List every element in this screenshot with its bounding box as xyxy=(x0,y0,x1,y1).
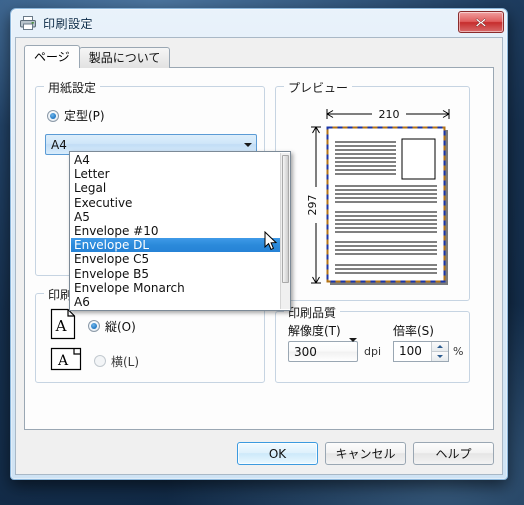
print-quality-group: 印刷品質 解像度(T) 300 dpi 倍率(S) 100 % xyxy=(275,304,470,383)
tab-page[interactable]: ページ xyxy=(24,45,80,68)
tab-strip: ページ 製品について xyxy=(24,45,494,68)
standard-size-radio[interactable] xyxy=(47,109,59,122)
dropdown-item[interactable]: Legal xyxy=(71,181,280,195)
scale-increment-button[interactable] xyxy=(432,342,448,351)
resolution-unit: dpi xyxy=(364,345,382,358)
title-bar[interactable]: 印刷設定 xyxy=(11,9,507,37)
preview-width-label: 210 xyxy=(379,108,400,121)
dropdown-item[interactable]: A5 xyxy=(71,210,280,224)
preview-drawing: 210 297 xyxy=(306,106,450,285)
portrait-row[interactable]: A 縦(O) xyxy=(50,308,136,344)
chevron-down-icon-resolution[interactable] xyxy=(349,338,357,361)
dropdown-item[interactable]: Envelope B5 xyxy=(71,267,280,281)
landscape-page-icon: A xyxy=(50,346,82,376)
dropdown-items: A4 Letter Legal Executive A5 Envelope #1… xyxy=(71,153,280,309)
svg-text:A: A xyxy=(55,317,67,335)
dropdown-scrollbar-thumb[interactable] xyxy=(282,155,289,283)
printer-icon xyxy=(19,14,37,32)
print-quality-legend: 印刷品質 xyxy=(284,304,341,321)
dropdown-item[interactable]: Envelope C5 xyxy=(71,252,280,266)
dropdown-item[interactable]: Envelope Monarch xyxy=(71,281,280,295)
paper-size-dropdown-list[interactable]: A4 Letter Legal Executive A5 Envelope #1… xyxy=(69,151,291,312)
landscape-label: 横(L) xyxy=(111,354,140,369)
portrait-radio[interactable] xyxy=(88,320,100,332)
paper-size-value: A4 xyxy=(51,137,67,152)
svg-text:A: A xyxy=(57,353,69,369)
preview-group: プレビュー 210 297 xyxy=(275,79,470,301)
portrait-label: 縦(O) xyxy=(105,319,136,334)
dialog-button-bar: OK キャンセル ヘルプ xyxy=(237,442,494,465)
ok-button[interactable]: OK xyxy=(237,442,318,465)
ok-button-label: OK xyxy=(268,446,287,461)
dropdown-item-selected[interactable]: Envelope DL xyxy=(71,238,280,253)
standard-size-label: 定型(P) xyxy=(64,109,105,123)
dropdown-scrollbar[interactable] xyxy=(280,153,290,310)
portrait-page-icon: A xyxy=(50,308,76,344)
window-title: 印刷設定 xyxy=(43,16,94,31)
scale-label: 倍率(S) xyxy=(393,324,434,338)
scale-unit: % xyxy=(453,345,464,358)
dropdown-item[interactable]: Letter xyxy=(71,167,280,181)
scale-spinner[interactable]: 100 xyxy=(393,341,449,362)
scale-value[interactable]: 100 xyxy=(394,342,431,361)
dropdown-item[interactable]: Envelope #10 xyxy=(71,224,280,238)
resolution-value: 300 xyxy=(294,344,317,359)
scale-decrement-button[interactable] xyxy=(432,351,448,361)
help-button-label: ヘルプ xyxy=(435,447,472,461)
dropdown-item[interactable]: A4 xyxy=(71,153,280,167)
page-preview: 210 297 xyxy=(276,87,469,300)
preview-height-label: 297 xyxy=(306,195,319,216)
chevron-down-icon[interactable] xyxy=(239,142,256,147)
landscape-row[interactable]: A 横(L) xyxy=(50,346,139,376)
cancel-button[interactable]: キャンセル xyxy=(325,442,406,465)
tab-page-label: ページ xyxy=(34,50,70,64)
cancel-button-label: キャンセル xyxy=(335,447,396,461)
landscape-radio[interactable] xyxy=(94,355,106,367)
resolution-combobox[interactable]: 300 xyxy=(288,338,358,362)
print-settings-dialog: 印刷設定 ページ 製品について 用紙設定 定型(P) A4 プレビュー 210 … xyxy=(10,8,508,480)
tab-about-product[interactable]: 製品について xyxy=(78,47,171,68)
scale-spin-buttons[interactable] xyxy=(431,342,448,361)
help-button[interactable]: ヘルプ xyxy=(413,442,494,465)
paper-settings-legend: 用紙設定 xyxy=(44,79,101,96)
dropdown-item[interactable]: Executive xyxy=(71,196,280,210)
standard-size-radio-row[interactable]: 定型(P) xyxy=(47,107,105,124)
resolution-label: 解像度(T) xyxy=(288,324,341,338)
tab-about-product-label: 製品について xyxy=(88,51,161,65)
dropdown-item[interactable]: A6 xyxy=(71,295,280,309)
close-button[interactable] xyxy=(458,11,504,33)
close-icon xyxy=(475,17,487,27)
